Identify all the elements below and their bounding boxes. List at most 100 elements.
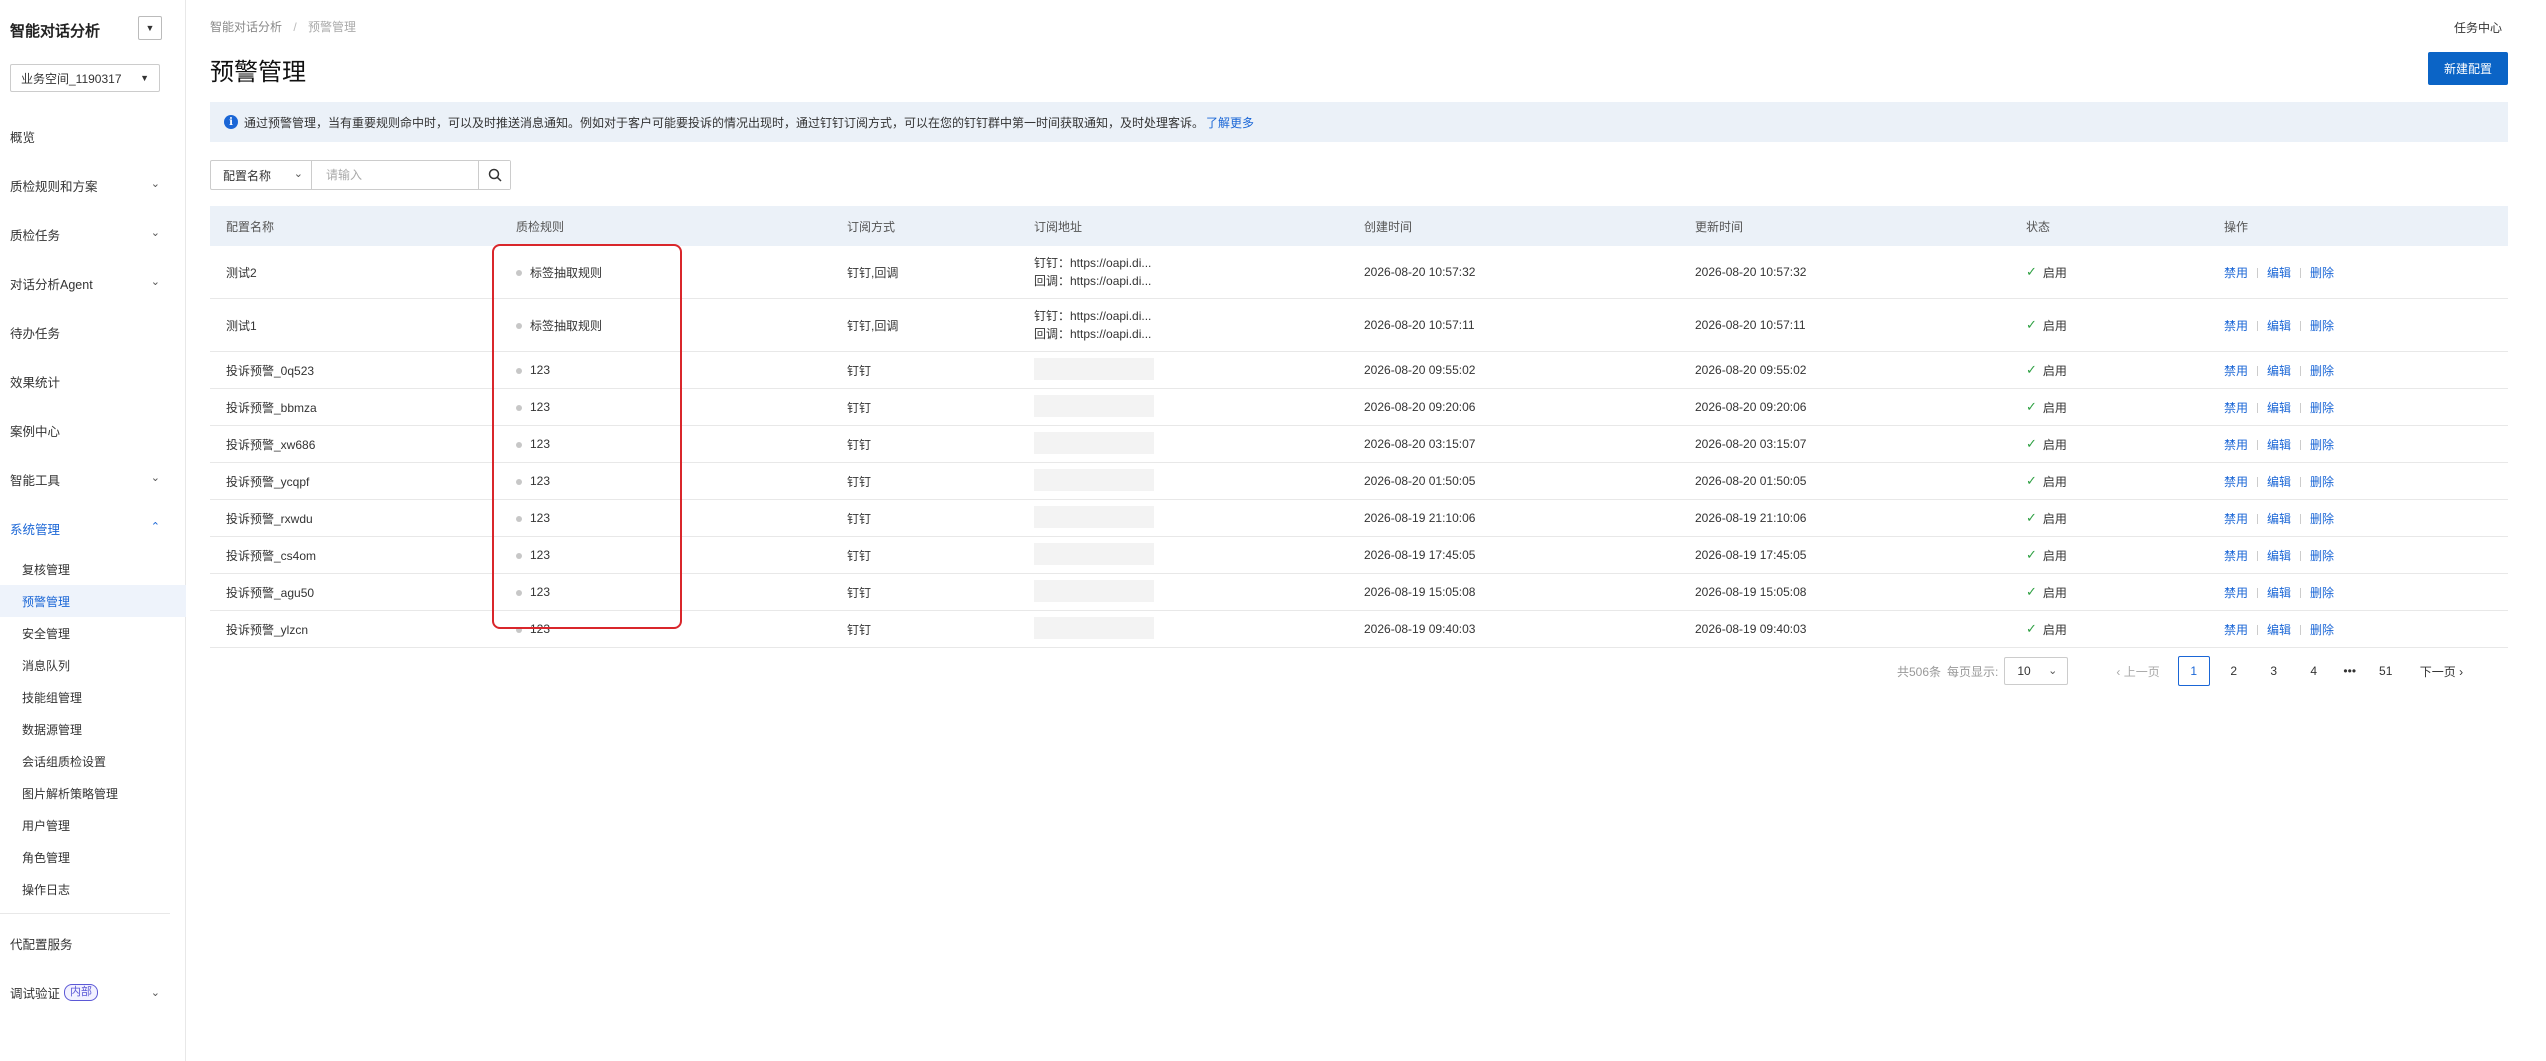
page-ellipsis[interactable]: ••• [2338,664,2362,678]
sidebar-subitem-audit-log[interactable]: 操作日志 [0,873,186,905]
rule-cell: 标签抽取规则 [500,264,831,281]
delete-button[interactable]: 删除 [2310,438,2334,452]
delete-button[interactable]: 删除 [2310,475,2334,489]
sidebar-subitem-review[interactable]: 复核管理 [0,553,186,585]
sidebar-subitem-alerts[interactable]: 预警管理 [0,585,186,617]
delete-button[interactable]: 删除 [2310,319,2334,333]
delete-button[interactable]: 删除 [2310,364,2334,378]
prev-page-button[interactable]: ‹ 上一页 [2116,663,2159,680]
sidebar-subitem-datasource[interactable]: 数据源管理 [0,713,186,745]
page-4-button[interactable]: 4 [2298,656,2330,686]
rule-cell: 123 [500,437,831,451]
total-count: 共506条 [1897,664,1942,679]
delete-button[interactable]: 删除 [2310,586,2334,600]
next-page-button[interactable]: 下一页 › [2420,663,2463,680]
page-last-button[interactable]: 51 [2370,656,2402,686]
chevron-down-icon: ⌄ [150,276,160,288]
disable-button[interactable]: 禁用 [2224,549,2248,563]
sidebar-item-agent[interactable]: 对话分析Agent ⌄ [0,259,186,308]
sidebar-subitem-mq[interactable]: 消息队列 [0,649,186,681]
created-time: 2026-08-20 03:15:07 [1364,437,1476,451]
sidebar-subitem-skill-groups[interactable]: 技能组管理 [0,681,186,713]
sidebar-subitem-session-group[interactable]: 会话组质检设置 [0,745,186,777]
delete-button[interactable]: 删除 [2310,401,2334,415]
edit-button[interactable]: 编辑 [2267,319,2291,333]
page-1-button[interactable]: 1 [2177,656,2210,686]
sidebar-item-cases[interactable]: 案例中心 [0,406,186,455]
created-time: 2026-08-19 15:05:08 [1364,585,1476,599]
sidebar-subitem-users[interactable]: 用户管理 [0,809,186,841]
disable-button[interactable]: 禁用 [2224,266,2248,280]
delete-button[interactable]: 删除 [2310,266,2334,280]
sidebar-item-overview[interactable]: 概览 [0,112,186,161]
edit-button[interactable]: 编辑 [2267,512,2291,526]
disable-button[interactable]: 禁用 [2224,512,2248,526]
page-2-button[interactable]: 2 [2218,656,2250,686]
edit-button[interactable]: 编辑 [2267,549,2291,563]
learn-more-link[interactable]: 了解更多 [1206,114,1254,131]
table-row: 测试1 标签抽取规则 钉钉,回调 钉钉：https://oapi.di... 回调：ht… [210,299,2508,352]
sidebar-subitem-roles[interactable]: 角色管理 [0,841,186,873]
table-header: 配置名称 质检规则 订阅方式 订阅地址 创建时间 更新时间 状态 操作 [210,206,2508,246]
sidebar-item-config-service[interactable]: 代配置服务 [0,922,186,964]
delete-button[interactable]: 删除 [2310,512,2334,526]
sidebar-item-stats[interactable]: 效果统计 [0,357,186,406]
created-time: 2026-08-20 10:57:32 [1364,265,1476,279]
sidebar-collapse-button[interactable]: ▼ [138,16,162,40]
disable-button[interactable]: 禁用 [2224,623,2248,637]
action-separator [2300,514,2302,525]
sidebar-item-todo[interactable]: 待办任务 [0,308,186,357]
sidebar-subitem-image-parse[interactable]: 图片解析策略管理 [0,777,186,809]
created-time: 2026-08-19 09:40:03 [1364,622,1476,636]
edit-button[interactable]: 编辑 [2267,401,2291,415]
status-text: 启用 [2042,400,2067,415]
column-header-created: 创建时间 [1364,219,1413,234]
subscription-address [1018,468,1348,494]
config-name: 投诉预警_agu50 [226,585,315,600]
disable-button[interactable]: 禁用 [2224,364,2248,378]
check-icon: ✓ [2026,362,2037,377]
disable-button[interactable]: 禁用 [2224,438,2248,452]
sidebar-item-qc-tasks[interactable]: 质检任务 ⌄ [0,210,186,259]
subscription-address: 钉钉：https://oapi.di... 回调：https://oapi.di.… [1018,254,1348,290]
sidebar-item-debug[interactable]: 调试验证 内部 ⌄ [0,964,186,1020]
sidebar-item-rules[interactable]: 质检规则和方案 ⌄ [0,161,186,210]
disable-button[interactable]: 禁用 [2224,319,2248,333]
rule-dot-icon [516,323,522,330]
edit-button[interactable]: 编辑 [2267,438,2291,452]
sidebar-item-tools[interactable]: 智能工具 ⌄ [0,455,186,504]
edit-button[interactable]: 编辑 [2267,475,2291,489]
action-separator [2257,321,2259,332]
search-input[interactable] [312,161,478,189]
edit-button[interactable]: 编辑 [2267,266,2291,280]
edit-button[interactable]: 编辑 [2267,364,2291,378]
rule-name: 123 [530,585,551,599]
rule-cell: 123 [500,585,831,599]
table-body: 测试2 标签抽取规则 钉钉,回调 钉钉：https://oapi.di... 回调：ht… [210,246,2508,648]
sidebar-item-system[interactable]: 系统管理 ⌃ [0,504,186,553]
task-center-link[interactable]: 任务中心 [2454,19,2502,36]
breadcrumb-root[interactable]: 智能对话分析 [210,20,282,34]
disable-button[interactable]: 禁用 [2224,401,2248,415]
edit-button[interactable]: 编辑 [2267,586,2291,600]
action-separator [2300,440,2302,451]
created-time: 2026-08-19 17:45:05 [1364,548,1476,562]
disable-button[interactable]: 禁用 [2224,586,2248,600]
rule-dot-icon [516,515,522,522]
workspace-select[interactable]: 业务空间_1190317 ▼ [10,64,160,92]
created-time: 2026-08-20 09:55:02 [1364,363,1476,377]
config-name: 测试2 [226,265,257,280]
page-3-button[interactable]: 3 [2258,656,2290,686]
new-config-button[interactable]: 新建配置 [2428,52,2508,85]
delete-button[interactable]: 删除 [2310,623,2334,637]
page-size-select[interactable]: 10 ⌄ [2004,657,2069,685]
edit-button[interactable]: 编辑 [2267,623,2291,637]
prev-page-label: 上一页 [2123,664,2160,679]
subscription-address [1018,579,1348,605]
filter-field-select[interactable]: 配置名称 ⌄ [211,161,312,189]
delete-button[interactable]: 删除 [2310,549,2334,563]
disable-button[interactable]: 禁用 [2224,475,2248,489]
search-button[interactable] [478,161,510,189]
sidebar-subitem-security[interactable]: 安全管理 [0,617,186,649]
rule-dot-icon [516,404,522,411]
